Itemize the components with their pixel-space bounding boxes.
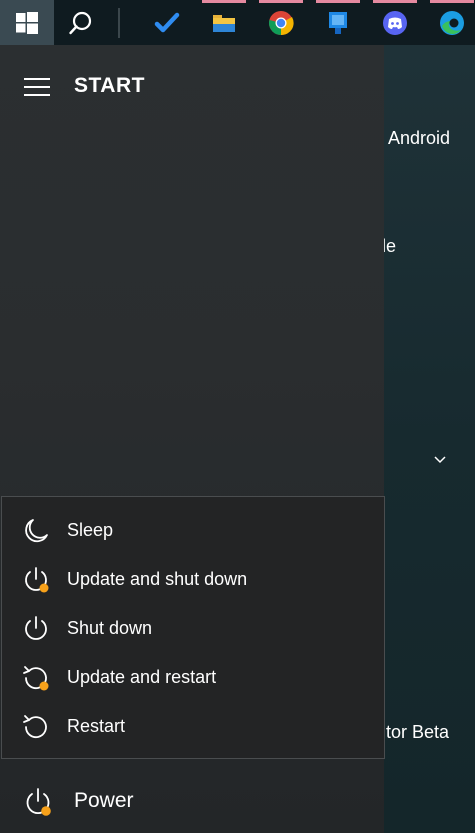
background-tiles [384, 45, 475, 833]
app-active-indicator [202, 0, 246, 3]
menu-item-shut-down[interactable]: Shut down [2, 604, 384, 653]
taskbar [0, 0, 475, 45]
start-button[interactable] [0, 0, 54, 45]
search-button[interactable] [58, 0, 104, 45]
menu-item-label: Restart [67, 716, 126, 736]
taskbar-app-todo[interactable] [144, 0, 190, 45]
file-explorer-icon [213, 14, 235, 32]
power-button[interactable]: Power [0, 776, 384, 828]
start-title: START [74, 74, 145, 97]
menu-item-update-and-shut-down[interactable]: Update and shut down [2, 555, 384, 604]
edge-icon [440, 10, 464, 35]
chrome-icon [269, 10, 294, 35]
update-power-icon [25, 567, 49, 593]
power-options-menu: Sleep Update and shut down Shut down Upd… [1, 496, 385, 759]
background-tile-label: tor Beta [386, 722, 450, 742]
update-restart-icon [23, 666, 49, 691]
power-icon [25, 616, 47, 640]
taskbar-app-discord[interactable] [372, 0, 418, 45]
app-blue-icon [329, 11, 347, 34]
restart-icon [23, 715, 47, 739]
taskbar-app-edge[interactable] [429, 0, 475, 45]
background-tile-label: Android [388, 128, 451, 148]
background-tile-label: le [382, 236, 397, 256]
menu-item-label: Sleep [67, 520, 114, 540]
menu-item-label: Update and restart [67, 667, 217, 687]
hamburger-menu-icon[interactable] [24, 78, 50, 96]
chevron-down-icon[interactable] [433, 453, 447, 467]
sleep-moon-icon [25, 519, 48, 543]
taskbar-app-blue[interactable] [315, 0, 361, 45]
menu-item-restart[interactable]: Restart [2, 702, 384, 751]
power-update-icon [26, 788, 51, 816]
todo-icon [154, 12, 180, 32]
menu-item-sleep[interactable]: Sleep [2, 506, 384, 555]
app-active-indicator [316, 0, 360, 3]
taskbar-app-file-explorer[interactable] [201, 0, 247, 45]
taskbar-divider [118, 8, 120, 38]
menu-item-label: Shut down [67, 618, 153, 638]
app-active-indicator [259, 0, 303, 3]
discord-icon [383, 10, 407, 35]
windows-logo-icon [16, 11, 38, 34]
search-icon [69, 11, 92, 34]
menu-item-label: Update and shut down [67, 569, 248, 589]
app-active-indicator [373, 0, 417, 3]
taskbar-app-chrome[interactable] [258, 0, 304, 45]
menu-item-update-and-restart[interactable]: Update and restart [2, 653, 384, 702]
power-label: Power [74, 789, 134, 812]
app-active-indicator [430, 0, 474, 3]
